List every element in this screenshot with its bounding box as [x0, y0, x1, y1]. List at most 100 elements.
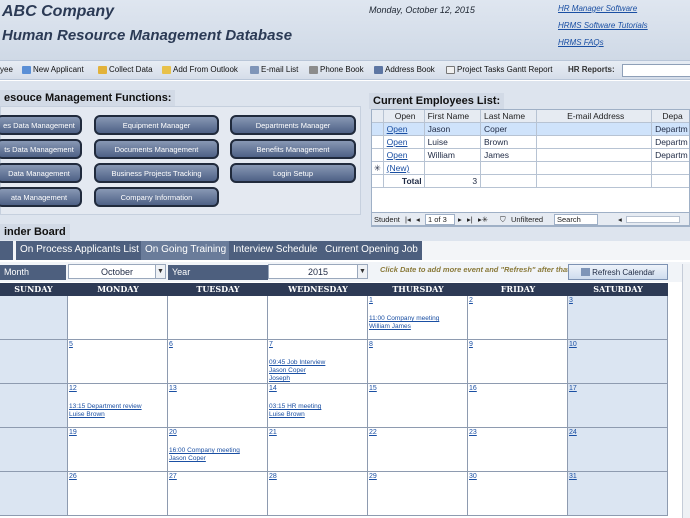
calendar-event[interactable]: Luise Brown	[69, 411, 105, 418]
func-button-training-data[interactable]: Data Management	[0, 163, 82, 183]
chevron-down-icon[interactable]: ▼	[357, 265, 367, 278]
calendar-event[interactable]: Jason Coper	[269, 367, 306, 374]
calendar-day-cell[interactable]	[0, 296, 68, 340]
day-number[interactable]: 13	[169, 385, 177, 392]
refresh-calendar-button[interactable]: Refresh Calendar	[568, 264, 668, 280]
calendar-day-cell[interactable]: 9	[468, 340, 568, 384]
col-email[interactable]: E-mail Address	[537, 110, 653, 123]
day-number[interactable]: 22	[369, 429, 377, 436]
toolbar-email-list-button[interactable]: E-mail List	[250, 65, 298, 74]
prev-record-button[interactable]: ◂	[416, 215, 420, 224]
day-number[interactable]: 19	[69, 429, 77, 436]
func-button-company-information[interactable]: Company Information	[94, 187, 219, 207]
day-number[interactable]: 10	[569, 341, 577, 348]
func-button-login-setup[interactable]: Login Setup	[230, 163, 356, 183]
func-button-equipment-manager[interactable]: Equipment Manager	[94, 115, 219, 135]
calendar-day-cell[interactable]: 6	[168, 340, 268, 384]
department-cell[interactable]: Departm	[652, 123, 689, 136]
calendar-event[interactable]: Luise Brown	[269, 411, 305, 418]
table-row[interactable]: Open William James Departm	[372, 149, 689, 162]
col-department[interactable]: Depa	[652, 110, 689, 123]
func-button-data-management[interactable]: ata Management	[0, 187, 82, 207]
first-name-cell[interactable]: Luise	[424, 136, 481, 149]
horizontal-scrollbar[interactable]	[626, 216, 680, 223]
day-number[interactable]: 20	[169, 429, 177, 436]
func-button-benefits-management[interactable]: Benefits Management	[230, 139, 356, 159]
tab-interview-schedule[interactable]: Interview Schedule	[229, 241, 322, 260]
calendar-day-cell[interactable]: 20 16:00 Company meeting Jason Coper	[168, 428, 268, 472]
toolbar-address-book-button[interactable]: Address Book	[374, 65, 435, 74]
calendar-event[interactable]: William James	[369, 323, 411, 330]
calendar-day-cell[interactable]: 29	[368, 472, 468, 516]
calendar-day-cell[interactable]: 14 03:15 HR meeting Luise Brown	[268, 384, 368, 428]
calendar-day-cell[interactable]: 5	[68, 340, 168, 384]
calendar-day-cell[interactable]: 16	[468, 384, 568, 428]
year-select[interactable]: 2015 ▼	[268, 264, 368, 279]
next-record-button[interactable]: ▸	[458, 215, 462, 224]
open-link[interactable]: Open	[383, 123, 425, 136]
day-number[interactable]: 2	[469, 297, 473, 304]
day-number[interactable]: 9	[469, 341, 473, 348]
calendar-event[interactable]: Jason Coper	[169, 455, 206, 462]
day-number[interactable]: 29	[369, 473, 377, 480]
last-name-cell[interactable]: Brown	[480, 136, 538, 149]
calendar-day-cell[interactable]	[0, 428, 68, 472]
calendar-day-cell[interactable]	[0, 340, 68, 384]
calendar-event[interactable]: 09:45 Job Interview	[269, 359, 325, 366]
record-position[interactable]: 1 of 3	[425, 214, 455, 225]
day-number[interactable]: 31	[569, 473, 577, 480]
empty-cell[interactable]	[424, 162, 481, 175]
calendar-day-cell[interactable]: 15	[368, 384, 468, 428]
col-open[interactable]: Open	[383, 110, 425, 123]
calendar-day-cell[interactable]: 17	[568, 384, 668, 428]
calendar-day-cell[interactable]: 3	[568, 296, 668, 340]
empty-cell[interactable]	[537, 162, 653, 175]
day-number[interactable]: 24	[569, 429, 577, 436]
col-last-name[interactable]: Last Name	[480, 110, 538, 123]
calendar-day-cell[interactable]	[68, 296, 168, 340]
new-row[interactable]: ✳ (New)	[372, 162, 689, 175]
last-name-cell[interactable]: James	[480, 149, 538, 162]
hr-reports-select[interactable]	[622, 64, 690, 77]
calendar-day-cell[interactable]: 21	[268, 428, 368, 472]
toolbar-collect-data-button[interactable]: Collect Data	[98, 65, 153, 74]
day-number[interactable]: 7	[269, 341, 273, 348]
link-hr-manager-software[interactable]: HR Manager Software	[558, 4, 648, 13]
tab-cut-off[interactable]	[0, 241, 13, 260]
email-cell[interactable]	[537, 123, 653, 136]
calendar-event[interactable]: 03:15 HR meeting	[269, 403, 321, 410]
day-number[interactable]: 21	[269, 429, 277, 436]
row-selector[interactable]	[372, 123, 384, 136]
last-name-cell[interactable]: Coper	[480, 123, 538, 136]
calendar-day-cell[interactable]: 8	[368, 340, 468, 384]
first-name-cell[interactable]: Jason	[424, 123, 481, 136]
calendar-day-cell[interactable]: 7 09:45 Job Interview Jason Coper Joseph	[268, 340, 368, 384]
tab-on-going-training[interactable]: On Going Training	[141, 241, 231, 260]
calendar-day-cell[interactable]: 22	[368, 428, 468, 472]
calendar-day-cell[interactable]: 2	[468, 296, 568, 340]
open-link[interactable]: Open	[383, 136, 425, 149]
day-number[interactable]: 3	[569, 297, 573, 304]
func-button-documents-management[interactable]: Documents Management	[94, 139, 219, 159]
toolbar-gantt-report-button[interactable]: Project Tasks Gantt Report	[446, 65, 552, 74]
calendar-day-cell[interactable]	[0, 384, 68, 428]
day-number[interactable]: 1	[369, 297, 373, 304]
row-selector[interactable]	[372, 136, 384, 149]
func-button-business-projects[interactable]: Business Projects Tracking	[94, 163, 219, 183]
last-record-button[interactable]: ▸|	[467, 215, 473, 224]
link-hrms-faqs[interactable]: HRMS FAQs	[558, 38, 648, 47]
calendar-day-cell[interactable]: 27	[168, 472, 268, 516]
calendar-event[interactable]: 16:00 Company meeting	[169, 447, 240, 454]
link-hrms-tutorials[interactable]: HRMS Software Tutorials	[558, 21, 648, 30]
day-number[interactable]: 16	[469, 385, 477, 392]
func-button-departments-manager[interactable]: Departments Manager	[230, 115, 356, 135]
filter-status[interactable]: Unfiltered	[511, 215, 543, 224]
first-record-button[interactable]: |◂	[405, 215, 411, 224]
calendar-day-cell[interactable]: 26	[68, 472, 168, 516]
email-cell[interactable]	[537, 136, 653, 149]
calendar-day-cell[interactable]: 13	[168, 384, 268, 428]
day-number[interactable]: 5	[69, 341, 73, 348]
calendar-day-cell[interactable]: 31	[568, 472, 668, 516]
calendar-day-cell[interactable]: 23	[468, 428, 568, 472]
calendar-day-cell[interactable]: 12 13:15 Department review Luise Brown	[68, 384, 168, 428]
